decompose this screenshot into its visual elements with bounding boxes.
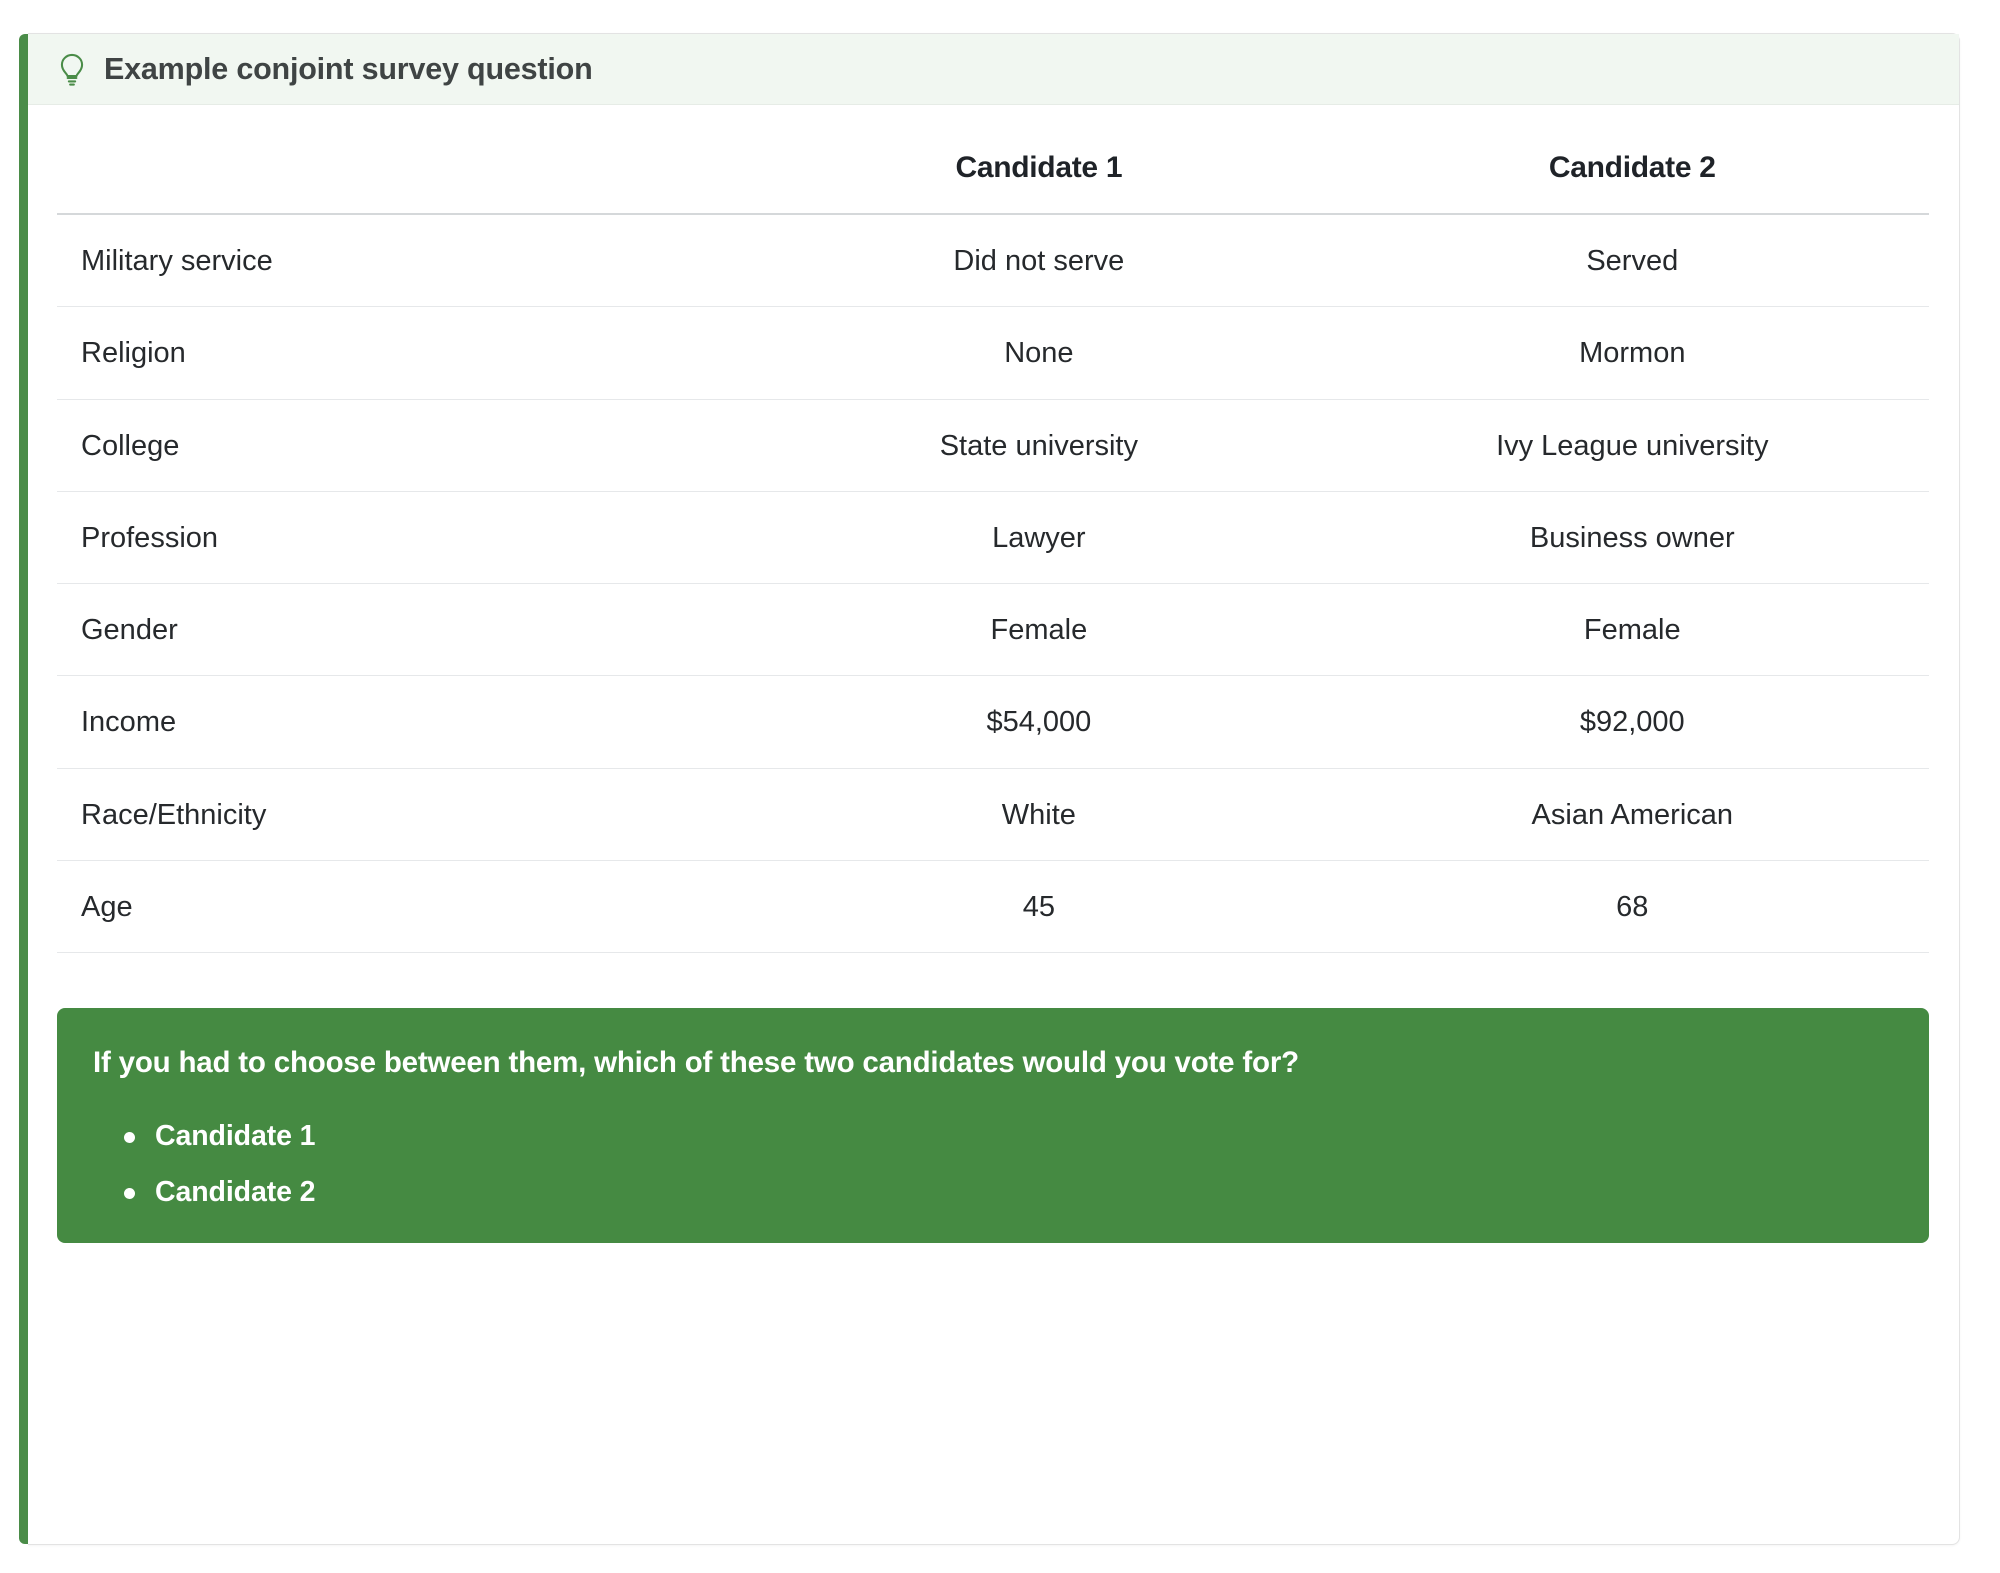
- card-header-title: Example conjoint survey question: [104, 51, 593, 86]
- candidate-1-value: Did not serve: [742, 214, 1336, 308]
- table-row: Military service Did not serve Served: [57, 214, 1929, 308]
- card-header: Example conjoint survey question: [28, 34, 1959, 105]
- table-row: Race/Ethnicity White Asian American: [57, 768, 1929, 861]
- vote-question-text: If you had to choose between them, which…: [93, 1046, 1299, 1079]
- table-body: Military service Did not serve Served Re…: [57, 214, 1929, 954]
- attribute-label: Military service: [57, 214, 743, 308]
- table-row: Income $54,000 $92,000: [57, 675, 1929, 769]
- vote-question-block: If you had to choose between them, which…: [57, 1008, 1929, 1243]
- candidate-2-value: Asian American: [1335, 768, 1929, 861]
- candidate-2-value: $92,000: [1335, 675, 1929, 769]
- table-row: Gender Female Female: [57, 583, 1929, 677]
- candidate-2-value: Ivy League university: [1335, 399, 1929, 492]
- attribute-label: Age: [57, 860, 743, 954]
- table-head: Candidate 1 Candidate 2: [57, 105, 1929, 215]
- vote-options-list: Candidate 1 Candidate 2: [93, 1119, 1893, 1208]
- table-row: Age 45 68: [57, 860, 1929, 954]
- candidate-1-value: White: [742, 768, 1336, 861]
- attribute-label: Profession: [57, 491, 743, 585]
- table-row: College State university Ivy League univ…: [57, 399, 1929, 492]
- candidate-2-value: Mormon: [1335, 306, 1929, 400]
- candidate-1-column-header: Candidate 1: [742, 105, 1336, 215]
- attribute-label: College: [57, 399, 743, 492]
- table-row: Religion None Mormon: [57, 306, 1929, 400]
- attribute-label: Gender: [57, 583, 743, 677]
- candidate-2-value: 68: [1335, 860, 1929, 954]
- vote-option-candidate-2[interactable]: Candidate 2: [124, 1175, 1893, 1209]
- candidate-1-value: $54,000: [742, 675, 1336, 769]
- candidate-1-value: 45: [742, 860, 1336, 954]
- example-callout-card: Example conjoint survey question Candida…: [19, 33, 1960, 1545]
- attribute-column-header: [57, 105, 743, 215]
- attribute-label: Race/Ethnicity: [57, 768, 743, 861]
- candidate-1-value: Lawyer: [742, 491, 1336, 585]
- attribute-label: Religion: [57, 306, 743, 400]
- lightbulb-icon: [57, 52, 87, 87]
- candidate-2-value: Female: [1335, 583, 1929, 677]
- table-header-row: Candidate 1 Candidate 2: [57, 105, 1929, 215]
- callout-accent-bar: [19, 34, 28, 1544]
- vote-option-candidate-1[interactable]: Candidate 1: [124, 1119, 1893, 1153]
- card-body: Candidate 1 Candidate 2 Military service…: [28, 105, 1959, 954]
- candidate-2-column-header: Candidate 2: [1335, 105, 1929, 215]
- candidate-1-value: State university: [742, 399, 1336, 492]
- attribute-label: Income: [57, 675, 743, 769]
- candidate-2-value: Business owner: [1335, 491, 1929, 585]
- conjoint-table: Candidate 1 Candidate 2 Military service…: [57, 105, 1929, 954]
- candidate-1-value: None: [742, 306, 1336, 400]
- table-row: Profession Lawyer Business owner: [57, 491, 1929, 585]
- candidate-1-value: Female: [742, 583, 1336, 677]
- page-root: Example conjoint survey question Candida…: [0, 0, 2000, 1573]
- candidate-2-value: Served: [1335, 214, 1929, 308]
